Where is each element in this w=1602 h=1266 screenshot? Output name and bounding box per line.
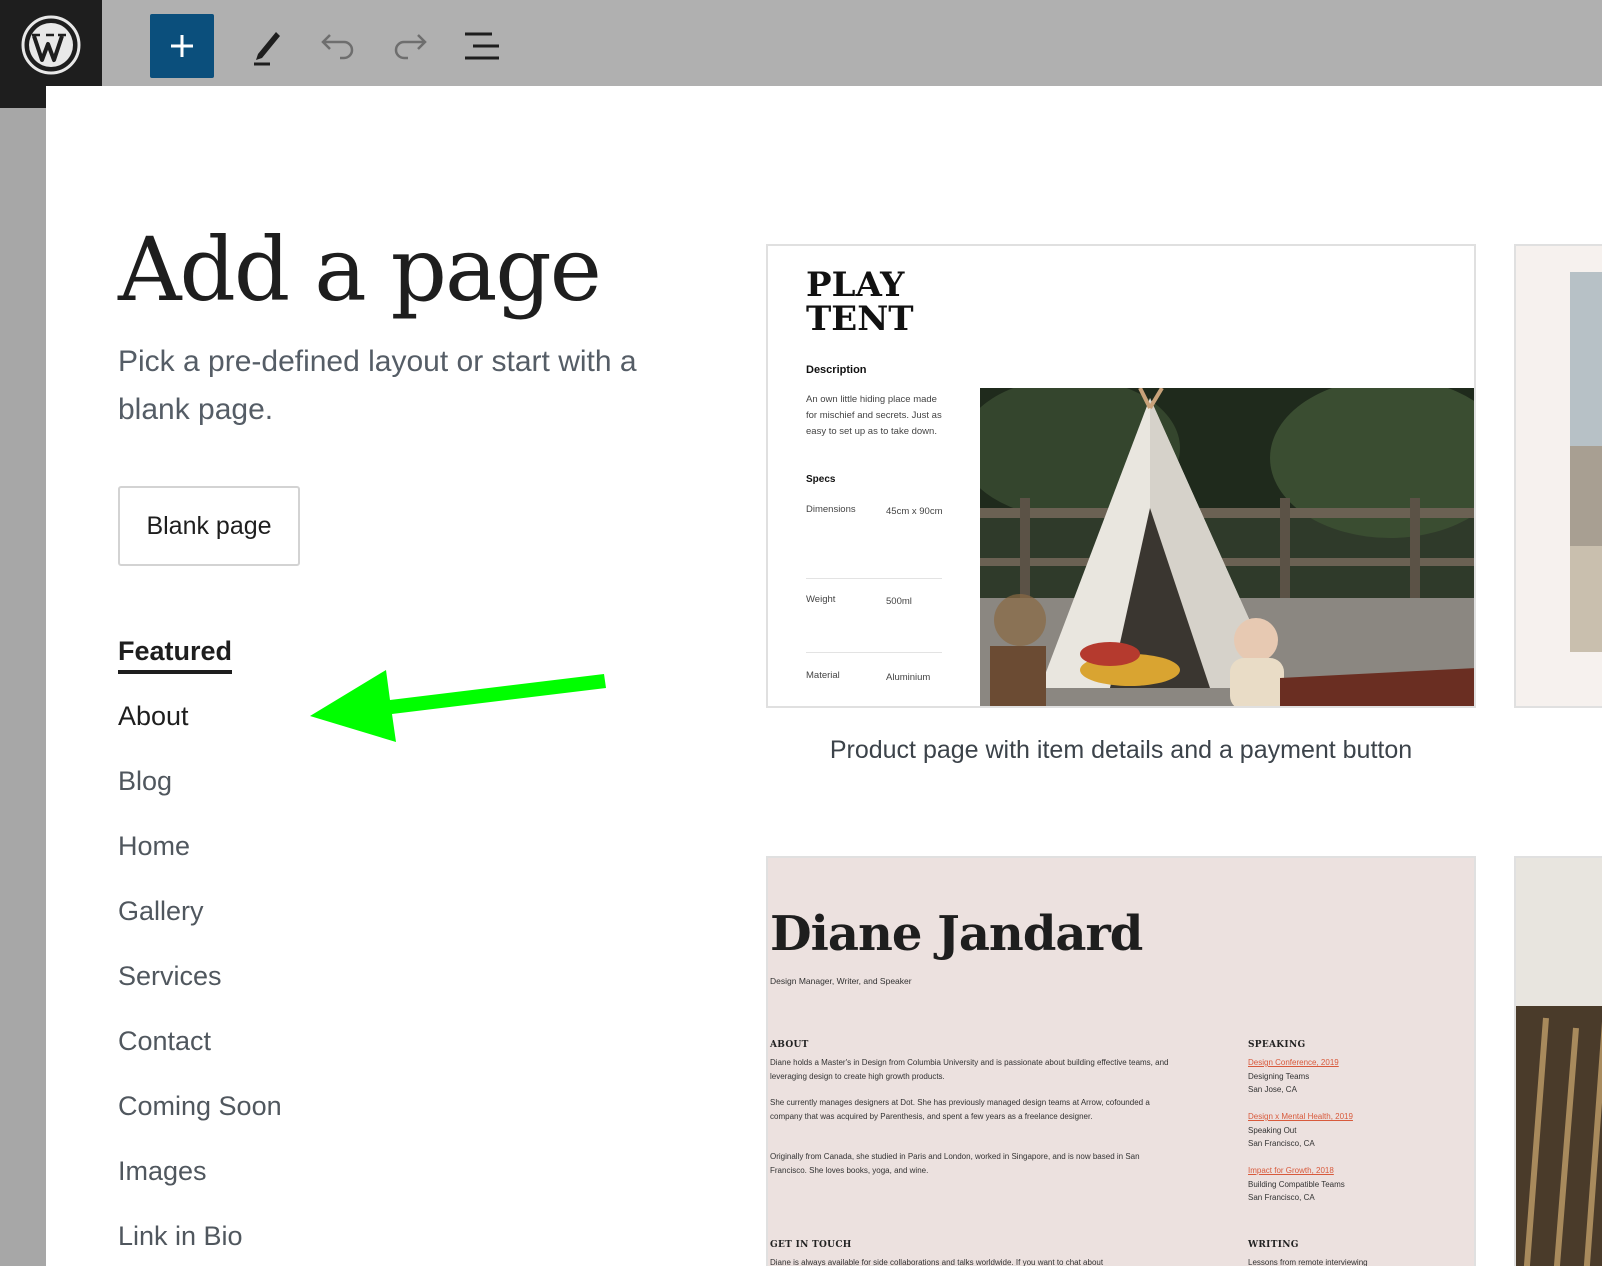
list-view-button[interactable]	[450, 14, 514, 78]
template-preview-partial[interactable]	[1514, 244, 1602, 708]
category-featured[interactable]: Featured	[118, 632, 282, 697]
category-services[interactable]: Services	[118, 957, 282, 1022]
preview-talk: Design x Mental Health, 2019 Speaking Ou…	[1248, 1112, 1353, 1148]
category-label: Link in Bio	[118, 1221, 243, 1251]
preview-talk: Impact for Growth, 2018 Building Compati…	[1248, 1166, 1345, 1202]
preview-writing-text: Lessons from remote interviewing	[1248, 1258, 1368, 1266]
category-home[interactable]: Home	[118, 827, 282, 892]
tent-photo	[980, 388, 1474, 706]
category-label: Contact	[118, 1026, 212, 1056]
editor-toolbar	[0, 0, 1602, 108]
undo-icon	[321, 34, 354, 60]
category-label: Coming Soon	[118, 1091, 282, 1121]
preview-specs-heading: Specs	[806, 474, 836, 485]
category-gallery[interactable]: Gallery	[118, 892, 282, 957]
preview-about-p3: Originally from Canada, she studied in P…	[770, 1152, 1140, 1175]
category-label: Blog	[118, 766, 173, 796]
preview-subtitle: Design Manager, Writer, and Speaker	[770, 976, 912, 986]
preview-about-p2: She currently manages designers at Dot. …	[770, 1098, 1150, 1121]
preview-writing-heading: WRITING	[1248, 1240, 1299, 1250]
category-label: Gallery	[118, 896, 204, 926]
grass-photo	[1516, 1006, 1602, 1266]
preview-talk: Design Conference, 2019 Designing Teams …	[1248, 1058, 1339, 1094]
undo-button[interactable]	[306, 14, 370, 78]
preview-description-text: An own little hiding place made for misc…	[806, 394, 942, 437]
template-product-page[interactable]: PLAY TENT Description An own little hidi…	[766, 244, 1476, 708]
category-blog[interactable]: Blog	[118, 762, 282, 827]
tools-button[interactable]	[234, 14, 298, 78]
category-label: Services	[118, 961, 222, 991]
modal-description: Pick a pre-defined layout or start with …	[118, 345, 637, 426]
template-about-page[interactable]: Diane Jandard Design Manager, Writer, an…	[766, 856, 1476, 1266]
list-view-icon	[465, 32, 499, 60]
preview-contact-heading: GET IN TOUCH	[770, 1240, 852, 1250]
modal-title: Add a page	[118, 218, 602, 321]
beach-photo	[1570, 272, 1602, 652]
preview-title: PLAY TENT	[806, 265, 914, 339]
category-label: About	[118, 701, 189, 731]
page-pattern-modal: Add a page Pick a pre-defined layout or …	[46, 86, 1602, 1266]
category-contact[interactable]: Contact	[118, 1022, 282, 1087]
preview-description-heading: Description	[806, 364, 867, 376]
redo-button[interactable]	[378, 14, 442, 78]
preview-name: Diane Jandard	[770, 906, 1143, 962]
preview-speaking-heading: SPEAKING	[1248, 1040, 1306, 1050]
category-label: Images	[118, 1156, 207, 1186]
category-list: Featured About Blog Home Gallery Service…	[118, 632, 282, 1266]
category-coming-soon[interactable]: Coming Soon	[118, 1087, 282, 1152]
plus-icon	[171, 35, 193, 57]
template-preview-partial[interactable]	[1514, 856, 1602, 1266]
category-link-in-bio[interactable]: Link in Bio	[118, 1217, 282, 1266]
arrow-left-icon	[310, 670, 606, 742]
category-label: Featured	[118, 636, 233, 674]
blank-page-button[interactable]: Blank page	[118, 486, 300, 566]
category-label: Home	[118, 831, 191, 861]
category-about[interactable]: About	[118, 697, 282, 762]
preview-about-heading: ABOUT	[770, 1040, 809, 1050]
preview-about-p1: Diane holds a Master's in Design from Co…	[770, 1058, 1169, 1081]
redo-icon	[394, 34, 427, 60]
template-caption: Product page with item details and a pay…	[829, 736, 1413, 764]
pen-icon	[254, 32, 280, 66]
add-block-button[interactable]	[150, 14, 214, 78]
category-images[interactable]: Images	[118, 1152, 282, 1217]
preview-contact-text: Diane is always available for side colla…	[770, 1258, 1104, 1266]
